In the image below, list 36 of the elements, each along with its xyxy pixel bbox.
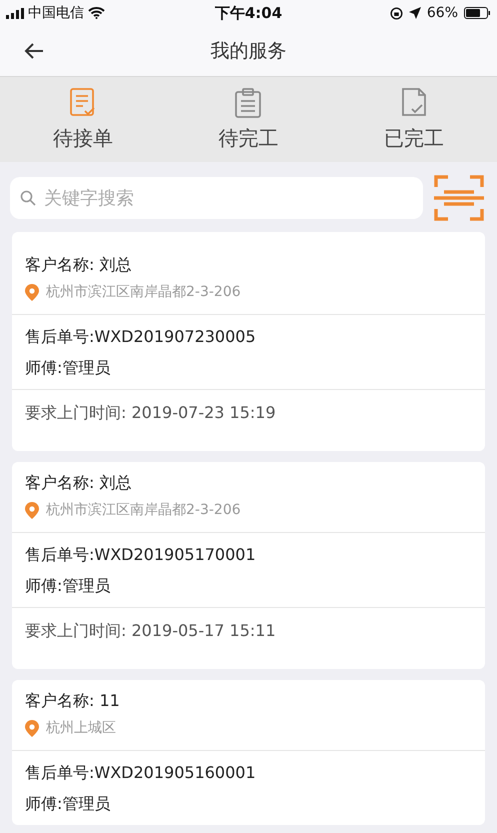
rotation-lock-icon [390,6,403,20]
signal-icon [6,8,24,18]
visit-time: 要求上门时间: 2019-07-23 15:19 [25,402,277,424]
tab[interactable]: 待接单 [0,77,166,162]
search-field[interactable]: 关键字搜索 [10,177,423,219]
customer-name: 客户名称: 11 [25,690,121,712]
location-pin-icon [25,720,39,736]
tab[interactable]: 待完工 [166,77,332,162]
location-arrow-icon [408,7,421,19]
visit-time: 要求上门时间: 2019-05-17 15:11 [25,620,277,642]
address-text: 杭州市滨江区南岸晶都2-3-206 [46,501,241,520]
customer-name: 客户名称: 刘总 [25,254,132,276]
customer-name: 客户名称: 刘总 [25,472,132,494]
page-title: 我的服务 [210,39,288,64]
order-card[interactable]: 客户名称: 刘总 杭州市滨江区南岸晶都2-3-206 售后单号:WXD201907230005 师傅:管理员 要求上门时间: 2019-07-23 15:19 [12,232,485,451]
battery-icon [464,7,491,19]
order-card[interactable]: 客户名称: 刘总 杭州市滨江区南岸晶都2-3-206 售后单号:WXD201905170001 师傅:管理员 要求上门时间: 2019-05-17 15:11 [12,462,485,669]
search-icon [20,190,36,206]
tab[interactable]: 已完工 [331,77,497,162]
order-card[interactable]: 客户名称: 11 杭州上城区 售后单号:WXD201905160001 师傅:管理员 [12,680,485,825]
order-number: 售后单号:WXD201907230005 [25,326,257,348]
clock-time: 下午4:04 [214,4,282,22]
address-text: 杭州市滨江区南岸晶都2-3-206 [46,283,241,302]
location-pin-icon [25,502,39,518]
address-text: 杭州上城区 [46,719,116,738]
order-number: 售后单号:WXD201905170001 [25,544,257,566]
back-arrow-icon [24,43,44,59]
order-number: 售后单号:WXD201905160001 [25,762,257,784]
technician-name: 师傅:管理员 [25,357,112,379]
wifi-icon [88,7,105,19]
technician-name: 师傅:管理员 [25,575,112,597]
carrier-name: 中国电信 [28,4,84,22]
technician-name: 师傅:管理员 [25,793,112,815]
scan-icon [434,173,484,223]
battery-percent: 66% [426,5,458,21]
location-pin-icon [25,284,39,300]
